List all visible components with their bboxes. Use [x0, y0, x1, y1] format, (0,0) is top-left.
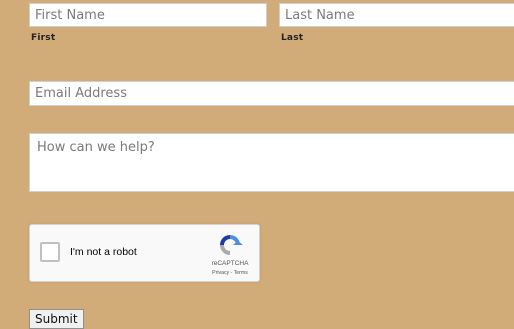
recaptcha-links: Privacy - Terms	[200, 270, 260, 276]
recaptcha-logo-icon	[220, 235, 243, 255]
message-textarea[interactable]	[29, 133, 514, 192]
recaptcha-brand: reCAPTCHA	[211, 260, 249, 267]
submit-button[interactable]: Submit	[29, 309, 84, 329]
email-input[interactable]	[29, 81, 514, 106]
recaptcha-label: I'm not a robot	[70, 246, 137, 258]
recaptcha-terms-link[interactable]: Terms	[234, 270, 248, 276]
recaptcha-checkbox[interactable]	[40, 242, 60, 262]
last-name-input[interactable]	[279, 3, 514, 27]
last-name-sublabel: Last	[281, 33, 304, 43]
recaptcha-privacy-link[interactable]: Privacy	[212, 270, 229, 276]
recaptcha-widget: I'm not a robot reCAPTCHA Privacy - Term…	[29, 224, 260, 282]
first-name-input[interactable]	[29, 3, 267, 27]
first-name-sublabel: First	[31, 33, 56, 43]
